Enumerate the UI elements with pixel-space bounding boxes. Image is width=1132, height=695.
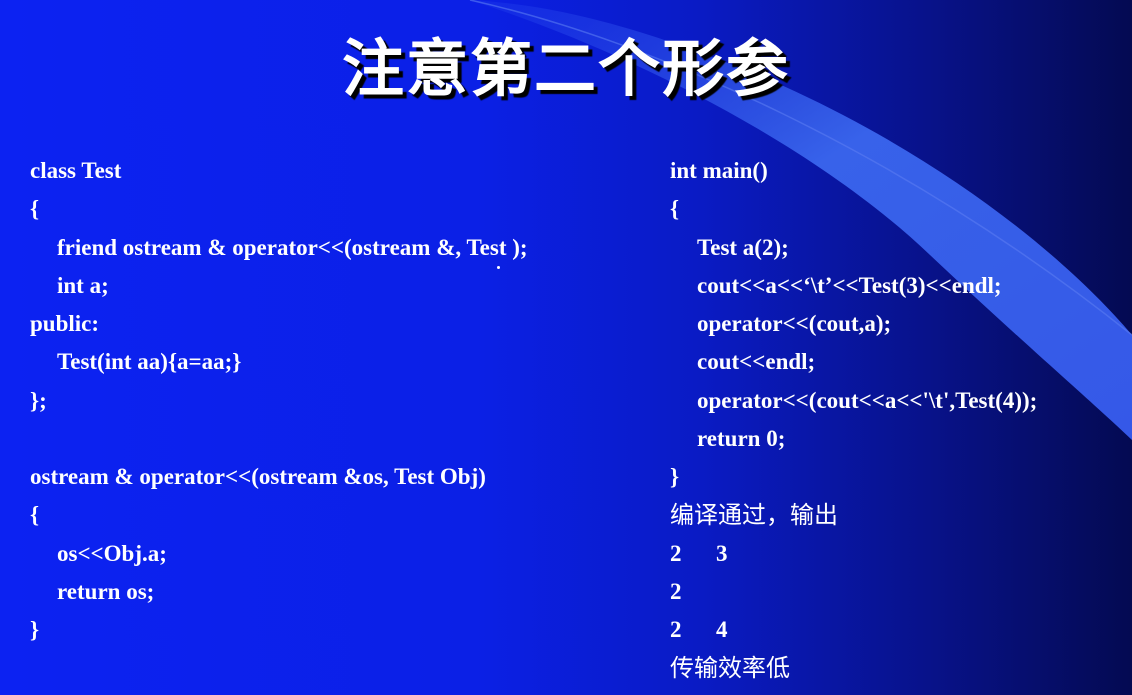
cursor-dot bbox=[497, 266, 500, 269]
code-line: { bbox=[30, 196, 40, 222]
output-line: 2 3 bbox=[670, 540, 728, 566]
output-line: 2 4 bbox=[670, 617, 728, 642]
code-line: ostream & operator<<(ostream &os, Test O… bbox=[30, 464, 486, 489]
code-line: Test a(2); bbox=[697, 234, 789, 260]
code-line: operator<<(cout,a); bbox=[697, 311, 892, 336]
code-line: int main() bbox=[670, 158, 768, 183]
code-line: return os; bbox=[57, 578, 155, 604]
slide-title: 注意第二个形参 bbox=[341, 32, 790, 105]
code-line: { bbox=[30, 502, 40, 528]
efficiency-note: 传输效率低 bbox=[670, 654, 790, 683]
code-line: cout<<endl; bbox=[697, 349, 816, 375]
compile-note: 编译通过，输出 bbox=[670, 501, 838, 530]
code-line: operator<<(cout<<a<<'\t',Test(4)); bbox=[697, 387, 1038, 413]
code-line: os<<Obj.a; bbox=[57, 540, 167, 566]
code-line: return 0; bbox=[697, 425, 786, 451]
main-function-code: int main() { Test a(2); cout<<a<<‘\t’<<T… bbox=[670, 152, 1037, 688]
code-line: int a; bbox=[57, 272, 109, 298]
code-line: class Test bbox=[30, 158, 122, 183]
code-line: friend ostream & operator<<(ostream &, T… bbox=[57, 234, 528, 260]
output-line: 2 bbox=[670, 578, 682, 604]
class-definition-code: class Test { friend ostream & operator<<… bbox=[30, 152, 528, 649]
code-line: public: bbox=[30, 311, 100, 336]
code-line: } bbox=[670, 464, 680, 489]
code-line: } bbox=[30, 617, 40, 642]
code-line: cout<<a<<‘\t’<<Test(3)<<endl; bbox=[697, 272, 1002, 298]
code-line: { bbox=[670, 196, 680, 222]
code-line: Test(int aa){a=aa;} bbox=[57, 349, 242, 375]
code-line: }; bbox=[30, 387, 47, 413]
